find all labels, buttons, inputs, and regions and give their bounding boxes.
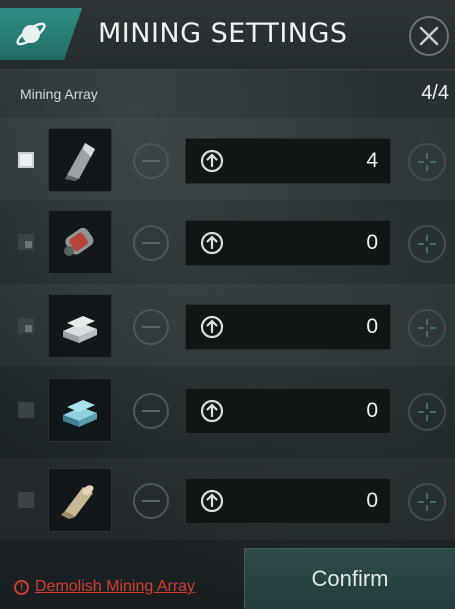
upload-icon <box>200 399 224 423</box>
mining-row-4: 0 <box>0 368 455 450</box>
plus-icon <box>418 493 436 511</box>
blue-ingot-icon <box>63 400 97 427</box>
item-slot[interactable] <box>48 468 112 532</box>
confirm-button[interactable]: Confirm <box>244 548 455 609</box>
decrease-button[interactable] <box>133 225 169 261</box>
upload-icon <box>200 231 224 255</box>
increase-button[interactable] <box>408 143 446 181</box>
decrease-button[interactable] <box>133 483 169 519</box>
quantity-field[interactable]: 4 <box>185 138 391 184</box>
row-checkbox[interactable] <box>18 152 34 168</box>
quantity-value: 0 <box>366 489 378 512</box>
quantity-value: 0 <box>366 231 378 254</box>
upload-icon <box>200 489 224 513</box>
fuel-canister-icon <box>64 227 94 256</box>
increase-button[interactable] <box>408 225 446 263</box>
item-slot[interactable] <box>48 378 112 442</box>
quantity-field[interactable]: 0 <box>185 220 391 266</box>
quantity-field[interactable]: 0 <box>185 388 391 434</box>
mining-settings-panel: MINING SETTINGS Mining Array 4/4 4 0 0 0… <box>0 0 455 609</box>
warning-icon: ! <box>14 579 29 595</box>
page-title: MINING SETTINGS <box>98 18 348 49</box>
row-checkbox[interactable] <box>18 402 34 418</box>
quantity-field[interactable]: 0 <box>185 304 391 350</box>
planet-tab[interactable] <box>0 8 82 60</box>
close-button[interactable] <box>409 16 449 56</box>
increase-button[interactable] <box>408 393 446 431</box>
mining-row-1: 4 <box>0 118 455 200</box>
quantity-value: 0 <box>366 315 378 338</box>
array-label: Mining Array <box>20 86 98 102</box>
row-checkbox[interactable] <box>18 492 34 508</box>
quantity-value: 0 <box>366 399 378 422</box>
crystal-shard-icon <box>65 143 95 181</box>
mining-row-2: 0 <box>0 200 455 282</box>
row-checkbox[interactable] <box>18 234 34 250</box>
upload-icon <box>200 149 224 173</box>
decrease-button[interactable] <box>133 309 169 345</box>
demolish-link[interactable]: ! Demolish Mining Array <box>14 578 195 596</box>
array-count: 4/4 <box>421 82 449 104</box>
item-slot[interactable] <box>48 294 112 358</box>
mining-row-5: 0 <box>0 458 455 540</box>
plus-icon <box>418 319 436 337</box>
item-slot[interactable] <box>48 210 112 274</box>
mining-row-3: 0 <box>0 284 455 366</box>
fabric-roll-icon <box>61 485 94 519</box>
increase-button[interactable] <box>408 309 446 347</box>
row-checkbox[interactable] <box>18 318 34 334</box>
planet-icon <box>16 22 46 46</box>
quantity-value: 4 <box>366 149 378 172</box>
decrease-button[interactable] <box>133 393 169 429</box>
header-bar: MINING SETTINGS <box>0 0 455 70</box>
footer-bar: ! Demolish Mining Array Confirm <box>0 548 455 609</box>
plus-icon <box>418 403 436 421</box>
item-slot[interactable] <box>48 128 112 192</box>
close-icon <box>419 26 439 46</box>
increase-button[interactable] <box>408 483 446 521</box>
silver-ingot-icon <box>63 316 97 343</box>
upload-icon <box>200 315 224 339</box>
array-summary: Mining Array 4/4 <box>0 78 455 114</box>
decrease-button[interactable] <box>133 143 169 179</box>
demolish-label: Demolish Mining Array <box>35 578 196 595</box>
plus-icon <box>418 235 436 253</box>
plus-icon <box>418 153 436 171</box>
quantity-field[interactable]: 0 <box>185 478 391 524</box>
